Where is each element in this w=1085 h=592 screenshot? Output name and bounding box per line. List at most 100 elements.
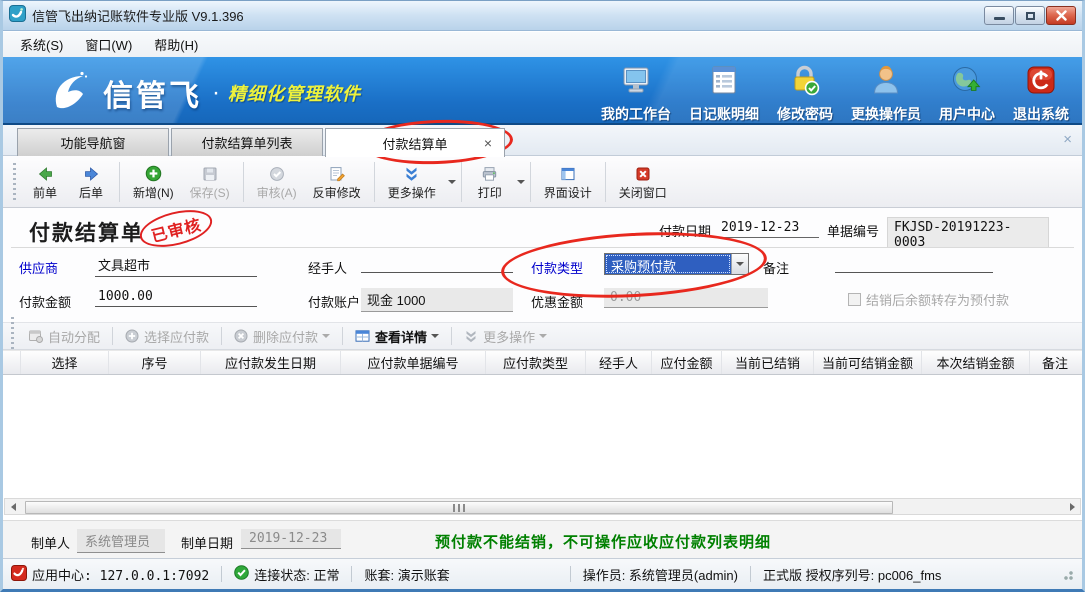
more-actions-button[interactable]: 更多操作	[380, 161, 444, 203]
connected-icon	[234, 565, 249, 583]
column-header[interactable]: 本次结销金额	[922, 351, 1030, 374]
column-header[interactable]: 经手人	[586, 351, 652, 374]
pay-type-combo[interactable]: 采购预付款	[604, 253, 749, 275]
banner-action-user-center[interactable]: 用户中心	[930, 62, 1004, 126]
close-window-button[interactable]: 关闭窗口	[611, 161, 675, 203]
banner-action-label: 修改密码	[777, 104, 833, 124]
banner-action-workstation[interactable]: 我的工作台	[592, 62, 680, 126]
audit-button[interactable]: 审核(A)	[249, 161, 305, 203]
tab-payment-form[interactable]: 付款结算单 ×	[325, 128, 505, 157]
tabstrip-close-icon[interactable]: ×	[1063, 131, 1072, 148]
supplier-field[interactable]: 文具超市	[95, 254, 257, 277]
column-header[interactable]: 序号	[109, 351, 201, 374]
handler-field[interactable]	[361, 254, 513, 273]
banner-action-exit[interactable]: 退出系统	[1004, 62, 1078, 126]
button-label: 反审修改	[313, 184, 361, 201]
add-button[interactable]: 新增(N)	[125, 161, 182, 203]
pay-amount-label: 付款金额	[19, 292, 71, 311]
account-set-text: 账套: 演示账套	[364, 565, 449, 584]
remark-field[interactable]	[835, 254, 993, 273]
banner-actions: 我的工作台 日记账明细 修改密码 更换操作员	[592, 62, 1078, 126]
pay-account-field[interactable]: 现金 1000	[361, 288, 513, 312]
column-header[interactable]: 当前已结销	[722, 351, 814, 374]
menu-system[interactable]: 系统(S)	[9, 32, 74, 57]
more-actions-dropdown-icon[interactable]	[448, 180, 456, 184]
tab-nav-window[interactable]: 功能导航窗	[17, 128, 169, 156]
column-header[interactable]: 应付金额	[652, 351, 722, 374]
discount-field: 0.00	[604, 288, 768, 308]
banner-action-journal[interactable]: 日记账明细	[680, 62, 768, 126]
connection-status: 连接状态: 正常	[234, 565, 339, 584]
next-doc-button[interactable]: 后单	[68, 161, 114, 203]
column-header[interactable]: 应付款发生日期	[201, 351, 341, 374]
ui-design-icon	[560, 164, 576, 184]
auto-assign-button[interactable]: 自动分配	[20, 324, 108, 349]
save-button[interactable]: 保存(S)	[182, 161, 238, 203]
next-doc-icon	[83, 164, 100, 184]
switch-user-icon	[870, 64, 902, 101]
unaudit-icon	[329, 164, 345, 184]
scrollbar-thumb[interactable]	[25, 501, 893, 514]
unaudit-button[interactable]: 反审修改	[305, 161, 369, 203]
app-center-text: 应用中心: 127.0.0.1:7092	[32, 565, 209, 584]
pay-type-selected[interactable]: 采购预付款	[605, 254, 731, 274]
resize-grip[interactable]	[1060, 567, 1074, 581]
chevron-down-icon	[539, 334, 547, 338]
close-button[interactable]	[1046, 6, 1076, 25]
column-header[interactable]: 选择	[21, 351, 109, 374]
notice-text: 预付款不能结销，不可操作应收应付款列表明细	[435, 531, 771, 552]
restore-button[interactable]	[1015, 6, 1045, 25]
tab-close-icon[interactable]: ×	[484, 135, 492, 151]
chevron-down-icon	[431, 334, 439, 338]
column-header[interactable]: 当前可结销金额	[814, 351, 922, 374]
banner-action-label: 日记账明细	[689, 104, 759, 124]
view-detail-button[interactable]: 查看详情	[347, 324, 447, 349]
column-header[interactable]: 应付款类型	[486, 351, 586, 374]
banner-action-password[interactable]: 修改密码	[768, 62, 842, 126]
supplier-label: 供应商	[19, 258, 58, 277]
form-fields: 供应商 文具超市 经手人 付款类型 采购预付款 备注 付款金额 1000.00 …	[3, 248, 1082, 322]
handler-label: 经手人	[308, 258, 347, 277]
button-label: 后单	[79, 184, 103, 201]
title-bar: 信管飞出纳记账软件专业版 V9.1.396	[3, 1, 1082, 31]
column-header[interactable]: 应付款单据编号	[341, 351, 486, 374]
create-date-field: 2019-12-23	[241, 529, 341, 549]
horizontal-scrollbar[interactable]	[4, 498, 1081, 515]
ui-design-button[interactable]: 界面设计	[536, 161, 600, 203]
detail-toolbar: 自动分配 选择应付款 删除应付款 查看详情 更多操作	[3, 322, 1082, 350]
menu-help[interactable]: 帮助(H)	[143, 32, 209, 57]
scroll-left-icon[interactable]	[5, 499, 21, 514]
pay-type-dropdown-button[interactable]	[731, 254, 748, 274]
delete-payable-button[interactable]: 删除应付款	[226, 324, 338, 349]
tab-payment-list[interactable]: 付款结算单列表	[171, 128, 323, 156]
print-dropdown-icon[interactable]	[517, 180, 525, 184]
banner-action-switch-user[interactable]: 更换操作员	[842, 62, 930, 126]
status-bar: 应用中心: 127.0.0.1:7092 连接状态: 正常 账套: 演示账套 操…	[3, 558, 1082, 589]
pay-date-field[interactable]: 2019-12-23	[717, 218, 819, 238]
brand-logo-icon	[45, 67, 91, 118]
app-logo-icon	[9, 5, 26, 27]
pay-amount-field[interactable]: 1000.00	[95, 288, 257, 307]
close-window-icon	[635, 164, 651, 184]
minimize-button[interactable]	[984, 6, 1014, 25]
payables-table-body[interactable]	[3, 375, 1082, 498]
menu-bar: 系统(S) 窗口(W) 帮助(H)	[3, 32, 1082, 57]
journal-icon	[708, 64, 740, 101]
form-header: 付款结算单 已审核 付款日期 2019-12-23 单据编号 FKJSD-201…	[3, 208, 1082, 248]
app-center-status: 应用中心: 127.0.0.1:7092	[11, 565, 209, 584]
button-label: 选择应付款	[144, 327, 209, 346]
more-actions-icon	[403, 164, 420, 184]
select-payable-button[interactable]: 选择应付款	[117, 324, 217, 349]
transfer-balance-checkbox[interactable]: 结销后余额转存为预付款	[848, 290, 1009, 309]
print-button[interactable]: 打印	[467, 161, 513, 203]
prev-doc-button[interactable]: 前单	[22, 161, 68, 203]
pay-account-label: 付款账户	[308, 292, 360, 311]
tab-strip: 功能导航窗 付款结算单列表 付款结算单 × ×	[3, 125, 1082, 156]
chevron-down-icon	[322, 334, 330, 338]
creator-field: 系统管理员	[77, 529, 165, 553]
print-icon	[481, 164, 498, 184]
column-header[interactable]: 备注	[1030, 351, 1082, 374]
scroll-right-icon[interactable]	[1064, 499, 1080, 514]
menu-window[interactable]: 窗口(W)	[74, 32, 143, 57]
more-ops-button[interactable]: 更多操作	[456, 324, 555, 349]
